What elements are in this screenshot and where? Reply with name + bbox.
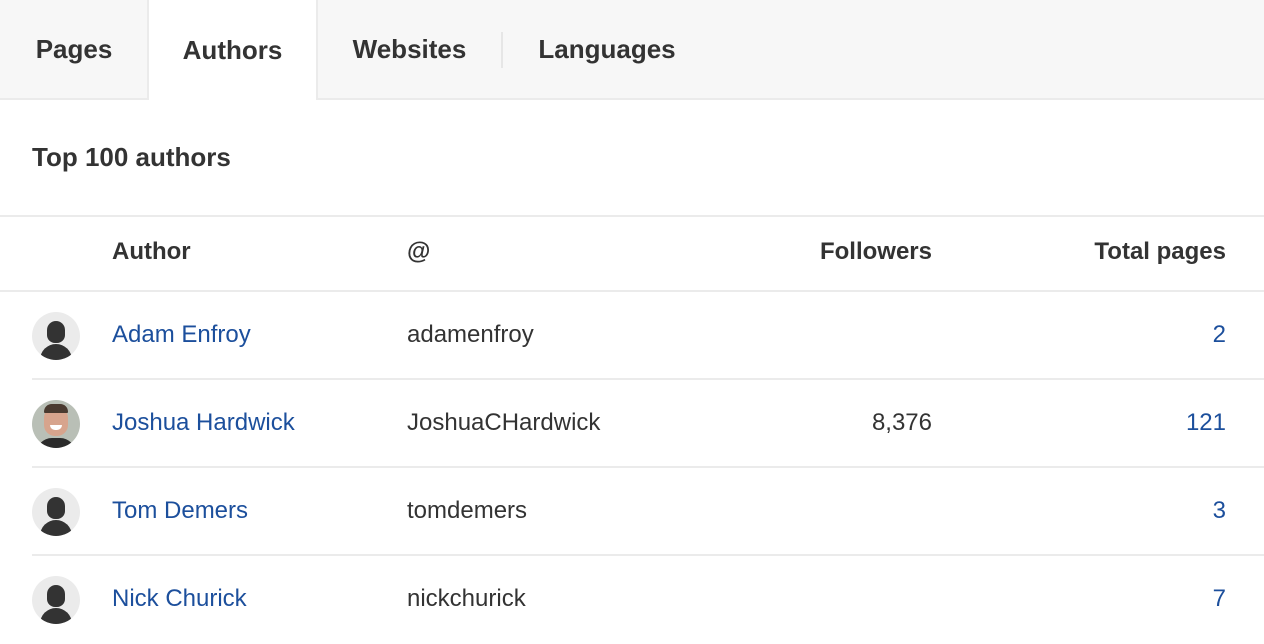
section-divider: [0, 215, 1264, 217]
total-pages-link[interactable]: 3: [1026, 497, 1226, 525]
table-row: Joshua Hardwick JoshuaCHardwick 8,376 12…: [0, 380, 1264, 468]
total-pages-link[interactable]: 2: [1026, 321, 1226, 349]
author-handle: adamenfroy: [407, 321, 534, 348]
tab-bar: Pages Authors Websites Languages: [0, 0, 1264, 100]
table-row: Tom Demers tomdemers 3: [0, 468, 1264, 556]
column-header-followers[interactable]: Followers: [732, 238, 932, 266]
author-name-link[interactable]: Adam Enfroy: [112, 321, 251, 349]
default-avatar-icon: [32, 488, 80, 536]
tab-languages-label: Languages: [538, 33, 676, 64]
author-name-link[interactable]: Nick Churick: [112, 585, 247, 613]
default-avatar-icon: [32, 576, 80, 624]
default-avatar-icon: [32, 312, 80, 360]
tab-authors[interactable]: Authors: [147, 0, 318, 100]
total-pages-link[interactable]: 121: [1026, 409, 1226, 437]
column-header-total-pages[interactable]: Total pages: [1026, 238, 1226, 266]
author-name-link[interactable]: Joshua Hardwick: [112, 409, 295, 437]
author-handle: tomdemers: [407, 497, 528, 524]
author-handle: JoshuaCHardwick: [407, 409, 601, 436]
tab-pages-label: Pages: [35, 33, 113, 64]
column-header-author[interactable]: Author: [112, 238, 191, 266]
followers-count: 8,376: [871, 409, 932, 436]
profile-photo-avatar: [32, 400, 80, 448]
tab-websites[interactable]: Websites: [318, 0, 501, 98]
tab-websites-label: Websites: [352, 33, 467, 64]
table-row: Adam Enfroy adamenfroy 2: [0, 292, 1264, 380]
tab-authors-label: Authors: [182, 34, 283, 65]
table-row: Nick Churick nickchurick 7: [0, 556, 1264, 644]
total-pages-link[interactable]: 7: [1026, 585, 1226, 613]
section-title: Top 100 authors: [32, 142, 231, 172]
author-handle: nickchurick: [407, 585, 526, 612]
tab-languages[interactable]: Languages: [503, 0, 711, 98]
author-name-link[interactable]: Tom Demers: [112, 497, 248, 525]
tab-pages[interactable]: Pages: [0, 0, 148, 98]
column-header-handle[interactable]: @: [407, 238, 430, 266]
